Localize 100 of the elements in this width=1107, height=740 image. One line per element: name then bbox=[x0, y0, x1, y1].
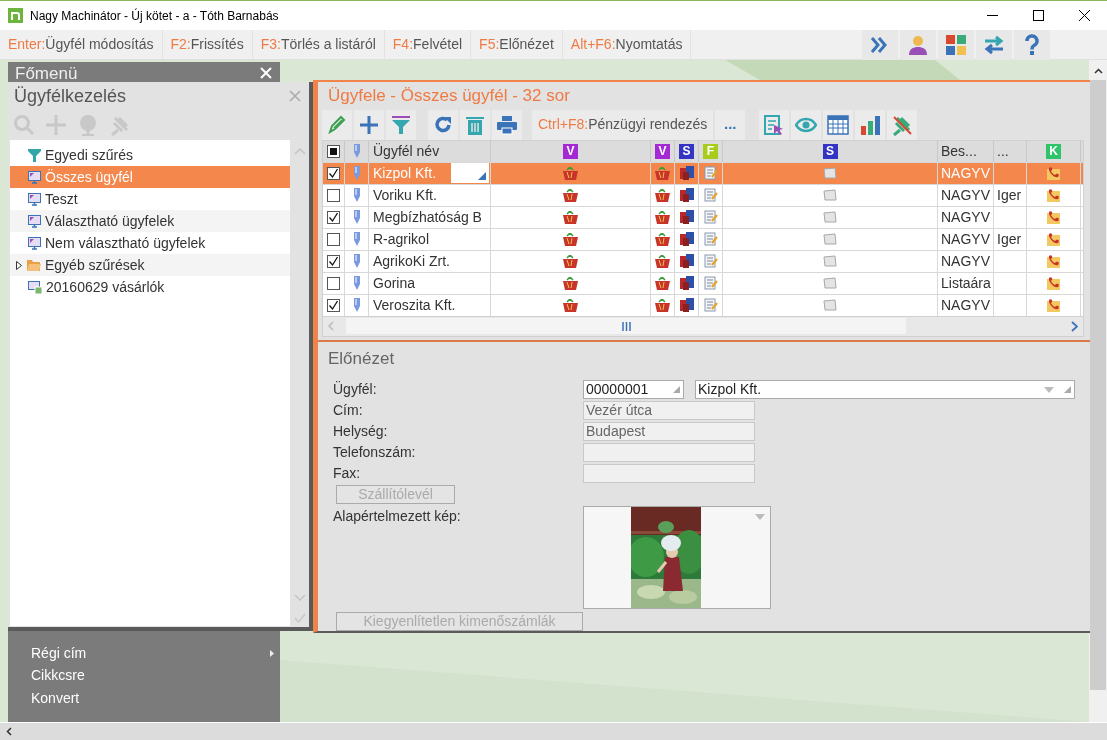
basket-icon bbox=[563, 276, 578, 290]
shortcut-button[interactable]: F2:Frissítés bbox=[162, 30, 253, 59]
field-label: Ügyfél: bbox=[333, 380, 378, 399]
column-header[interactable]: Bes... bbox=[938, 140, 977, 162]
menu-item[interactable]: Konvert bbox=[8, 687, 280, 710]
basket-icon bbox=[563, 232, 578, 246]
toolbar-button[interactable] bbox=[428, 109, 458, 140]
dropdown-field[interactable]: Kizpol Kft. bbox=[695, 380, 1075, 399]
column-badge[interactable]: S bbox=[679, 143, 694, 159]
toolbar-button[interactable] bbox=[791, 109, 822, 140]
panel-title: Főmenü bbox=[15, 63, 78, 86]
shortcut-button[interactable]: Alt+F6:Nyomtatás bbox=[562, 30, 692, 59]
image-field[interactable] bbox=[583, 506, 771, 609]
swap-arrows-icon bbox=[983, 34, 1005, 56]
table-cell-text: AgrikoKi Zrt. bbox=[372, 251, 450, 271]
menu-item[interactable]: Régi cím bbox=[8, 642, 280, 665]
table-row[interactable]: AgrikoKi Zrt. NAGYV bbox=[323, 249, 1083, 272]
checkbox[interactable] bbox=[327, 254, 340, 268]
toolbar-button[interactable] bbox=[887, 109, 918, 140]
note-icon bbox=[823, 233, 837, 245]
shortcut-button[interactable]: F5:Előnézet bbox=[471, 30, 563, 59]
toolbar-button[interactable] bbox=[900, 30, 936, 60]
table-row[interactable]: Voriku Kft. NAGYV Iger bbox=[323, 183, 1083, 206]
table-cell-text: Voriku Kft. bbox=[372, 185, 437, 205]
corner-arrow-icon bbox=[1064, 386, 1071, 393]
expand-arrow-icon[interactable] bbox=[16, 260, 22, 270]
select-all-checkbox[interactable] bbox=[327, 144, 340, 158]
bar-chart-icon bbox=[859, 113, 882, 136]
toolbar-button[interactable] bbox=[354, 109, 384, 140]
toolbar-button[interactable] bbox=[386, 109, 416, 140]
fabric-rolls-icon bbox=[679, 210, 694, 224]
basket-icon bbox=[655, 298, 670, 312]
dropdown-arrow-icon bbox=[1044, 386, 1054, 393]
checkbox[interactable] bbox=[327, 232, 340, 246]
code-field[interactable]: 00000001 bbox=[583, 380, 684, 399]
shortcut-button[interactable]: Enter:Ügyfél módosítás bbox=[0, 30, 163, 59]
column-badge[interactable]: V bbox=[655, 143, 670, 159]
basket-icon bbox=[655, 166, 670, 180]
column-badge[interactable]: V bbox=[563, 143, 578, 159]
checkbox[interactable] bbox=[327, 210, 340, 224]
shortcut-button[interactable]: F3:Törlés a listáról bbox=[252, 30, 385, 59]
column-header[interactable]: ... bbox=[994, 140, 1009, 162]
horizontal-scrollbar[interactable] bbox=[323, 315, 1083, 336]
submenu-arrow-icon bbox=[270, 649, 274, 657]
text-field[interactable]: Vezér útca bbox=[583, 401, 755, 420]
table-row[interactable]: Gorina Listaára bbox=[323, 271, 1083, 294]
toolbar-button[interactable] bbox=[862, 30, 898, 60]
table-cell-text: R-agrikol bbox=[372, 229, 429, 249]
dropdown-handle[interactable] bbox=[451, 163, 489, 183]
column-badge[interactable]: S bbox=[822, 143, 838, 159]
check-icon[interactable] bbox=[293, 613, 306, 623]
shortcut-button[interactable]: F4:Felvétel bbox=[384, 30, 472, 59]
table-cell-text: Kizpol Kft. bbox=[372, 163, 437, 183]
shortcut-button[interactable]: Ctrl+F8:Pénzügyi rendezés bbox=[532, 109, 714, 140]
column-header[interactable]: Ügyfél név bbox=[369, 140, 440, 162]
tree-item[interactable]: Választható ügyfelek bbox=[10, 210, 290, 232]
scroll-thumb[interactable] bbox=[1090, 80, 1106, 690]
checkbox[interactable] bbox=[327, 276, 340, 290]
text-field[interactable] bbox=[583, 443, 755, 462]
menu-item[interactable]: Cikkcsre bbox=[8, 664, 280, 688]
table-cell-text: NAGYV bbox=[940, 207, 990, 227]
notepad-icon bbox=[703, 298, 718, 312]
tree-item[interactable]: Egyéb szűrések bbox=[10, 254, 290, 276]
close-button[interactable] bbox=[260, 66, 274, 80]
phone-card-icon bbox=[1046, 297, 1061, 313]
toolbar-button[interactable] bbox=[460, 109, 490, 140]
toolbar-button[interactable] bbox=[492, 109, 522, 140]
toolbar-button[interactable] bbox=[855, 109, 886, 140]
dropdown-arrow-icon bbox=[755, 514, 765, 520]
toolbar-button[interactable] bbox=[938, 30, 974, 60]
checkbox[interactable] bbox=[327, 166, 340, 180]
checkbox[interactable] bbox=[327, 298, 340, 312]
toolbar-button[interactable] bbox=[759, 109, 790, 140]
notepad-icon bbox=[703, 210, 718, 224]
table-row[interactable]: R-agrikol NAGYV Iger bbox=[323, 227, 1083, 250]
more-button[interactable]: ... bbox=[715, 109, 746, 140]
phone-card-icon bbox=[1046, 209, 1061, 225]
table-cell-text: NAGYV bbox=[940, 185, 990, 205]
pin-off-icon bbox=[891, 113, 914, 136]
text-field[interactable] bbox=[583, 464, 755, 483]
toolbar-button[interactable] bbox=[823, 109, 854, 140]
corner-arrow-icon bbox=[673, 386, 680, 393]
tiles-icon bbox=[945, 34, 967, 56]
checkbox[interactable] bbox=[327, 188, 340, 202]
table-row[interactable]: Veroszita Kft. NAGYV bbox=[323, 293, 1083, 316]
field-label: Alapértelmezett kép: bbox=[333, 507, 462, 526]
toolbar-button[interactable] bbox=[976, 30, 1012, 60]
table-row[interactable]: Megbízhatóság B NAGYV bbox=[323, 205, 1083, 228]
table-cell-text: Megbízhatóság B bbox=[372, 207, 482, 227]
monitor-icon bbox=[28, 214, 41, 228]
note-icon bbox=[823, 277, 837, 289]
text-field[interactable]: Budapest bbox=[583, 422, 755, 441]
basket-icon bbox=[655, 188, 670, 202]
scroll-thumb[interactable] bbox=[346, 318, 906, 334]
toolbar-button[interactable] bbox=[1014, 30, 1050, 60]
vertical-scrollbar[interactable] bbox=[1089, 60, 1107, 722]
table-icon bbox=[827, 113, 850, 136]
filter-icon bbox=[28, 148, 41, 162]
notepad-icon bbox=[703, 232, 718, 246]
scroll-right-icon bbox=[1071, 320, 1078, 332]
